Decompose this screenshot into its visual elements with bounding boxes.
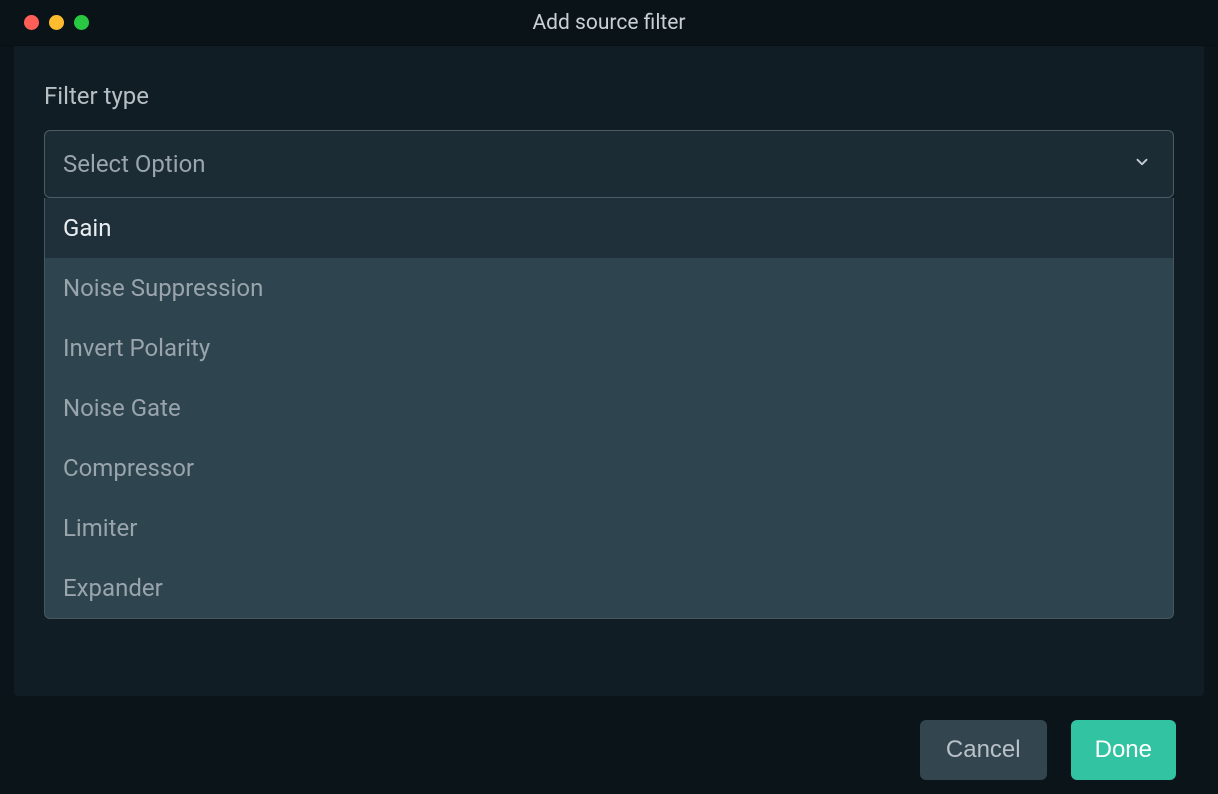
chevron-down-icon <box>1133 153 1151 175</box>
dropdown-option-compressor[interactable]: Compressor <box>45 438 1173 498</box>
cancel-button[interactable]: Cancel <box>920 720 1047 780</box>
filter-type-select: Select Option Gain Noise Suppression Inv… <box>44 130 1174 198</box>
dialog-body: Filter type Select Option Gain Noise Sup… <box>14 46 1204 696</box>
window-controls <box>0 15 89 30</box>
dropdown-option-noise-gate[interactable]: Noise Gate <box>45 378 1173 438</box>
dropdown-option-noise-suppression[interactable]: Noise Suppression <box>45 258 1173 318</box>
window-close-button[interactable] <box>24 15 39 30</box>
filter-type-label: Filter type <box>44 82 1174 110</box>
select-placeholder-text: Select Option <box>63 150 206 178</box>
dialog-title: Add source filter <box>532 11 685 35</box>
dropdown-option-limiter[interactable]: Limiter <box>45 498 1173 558</box>
dropdown-panel: Gain Noise Suppression Invert Polarity N… <box>44 198 1174 619</box>
window-minimize-button[interactable] <box>49 15 64 30</box>
window-maximize-button[interactable] <box>74 15 89 30</box>
dialog-button-row: Cancel Done <box>920 720 1176 780</box>
select-trigger[interactable]: Select Option <box>44 130 1174 198</box>
done-button[interactable]: Done <box>1071 720 1176 780</box>
dropdown-option-invert-polarity[interactable]: Invert Polarity <box>45 318 1173 378</box>
dropdown-option-gain[interactable]: Gain <box>45 198 1173 258</box>
titlebar: Add source filter <box>0 0 1218 46</box>
dropdown-option-expander[interactable]: Expander <box>45 558 1173 618</box>
